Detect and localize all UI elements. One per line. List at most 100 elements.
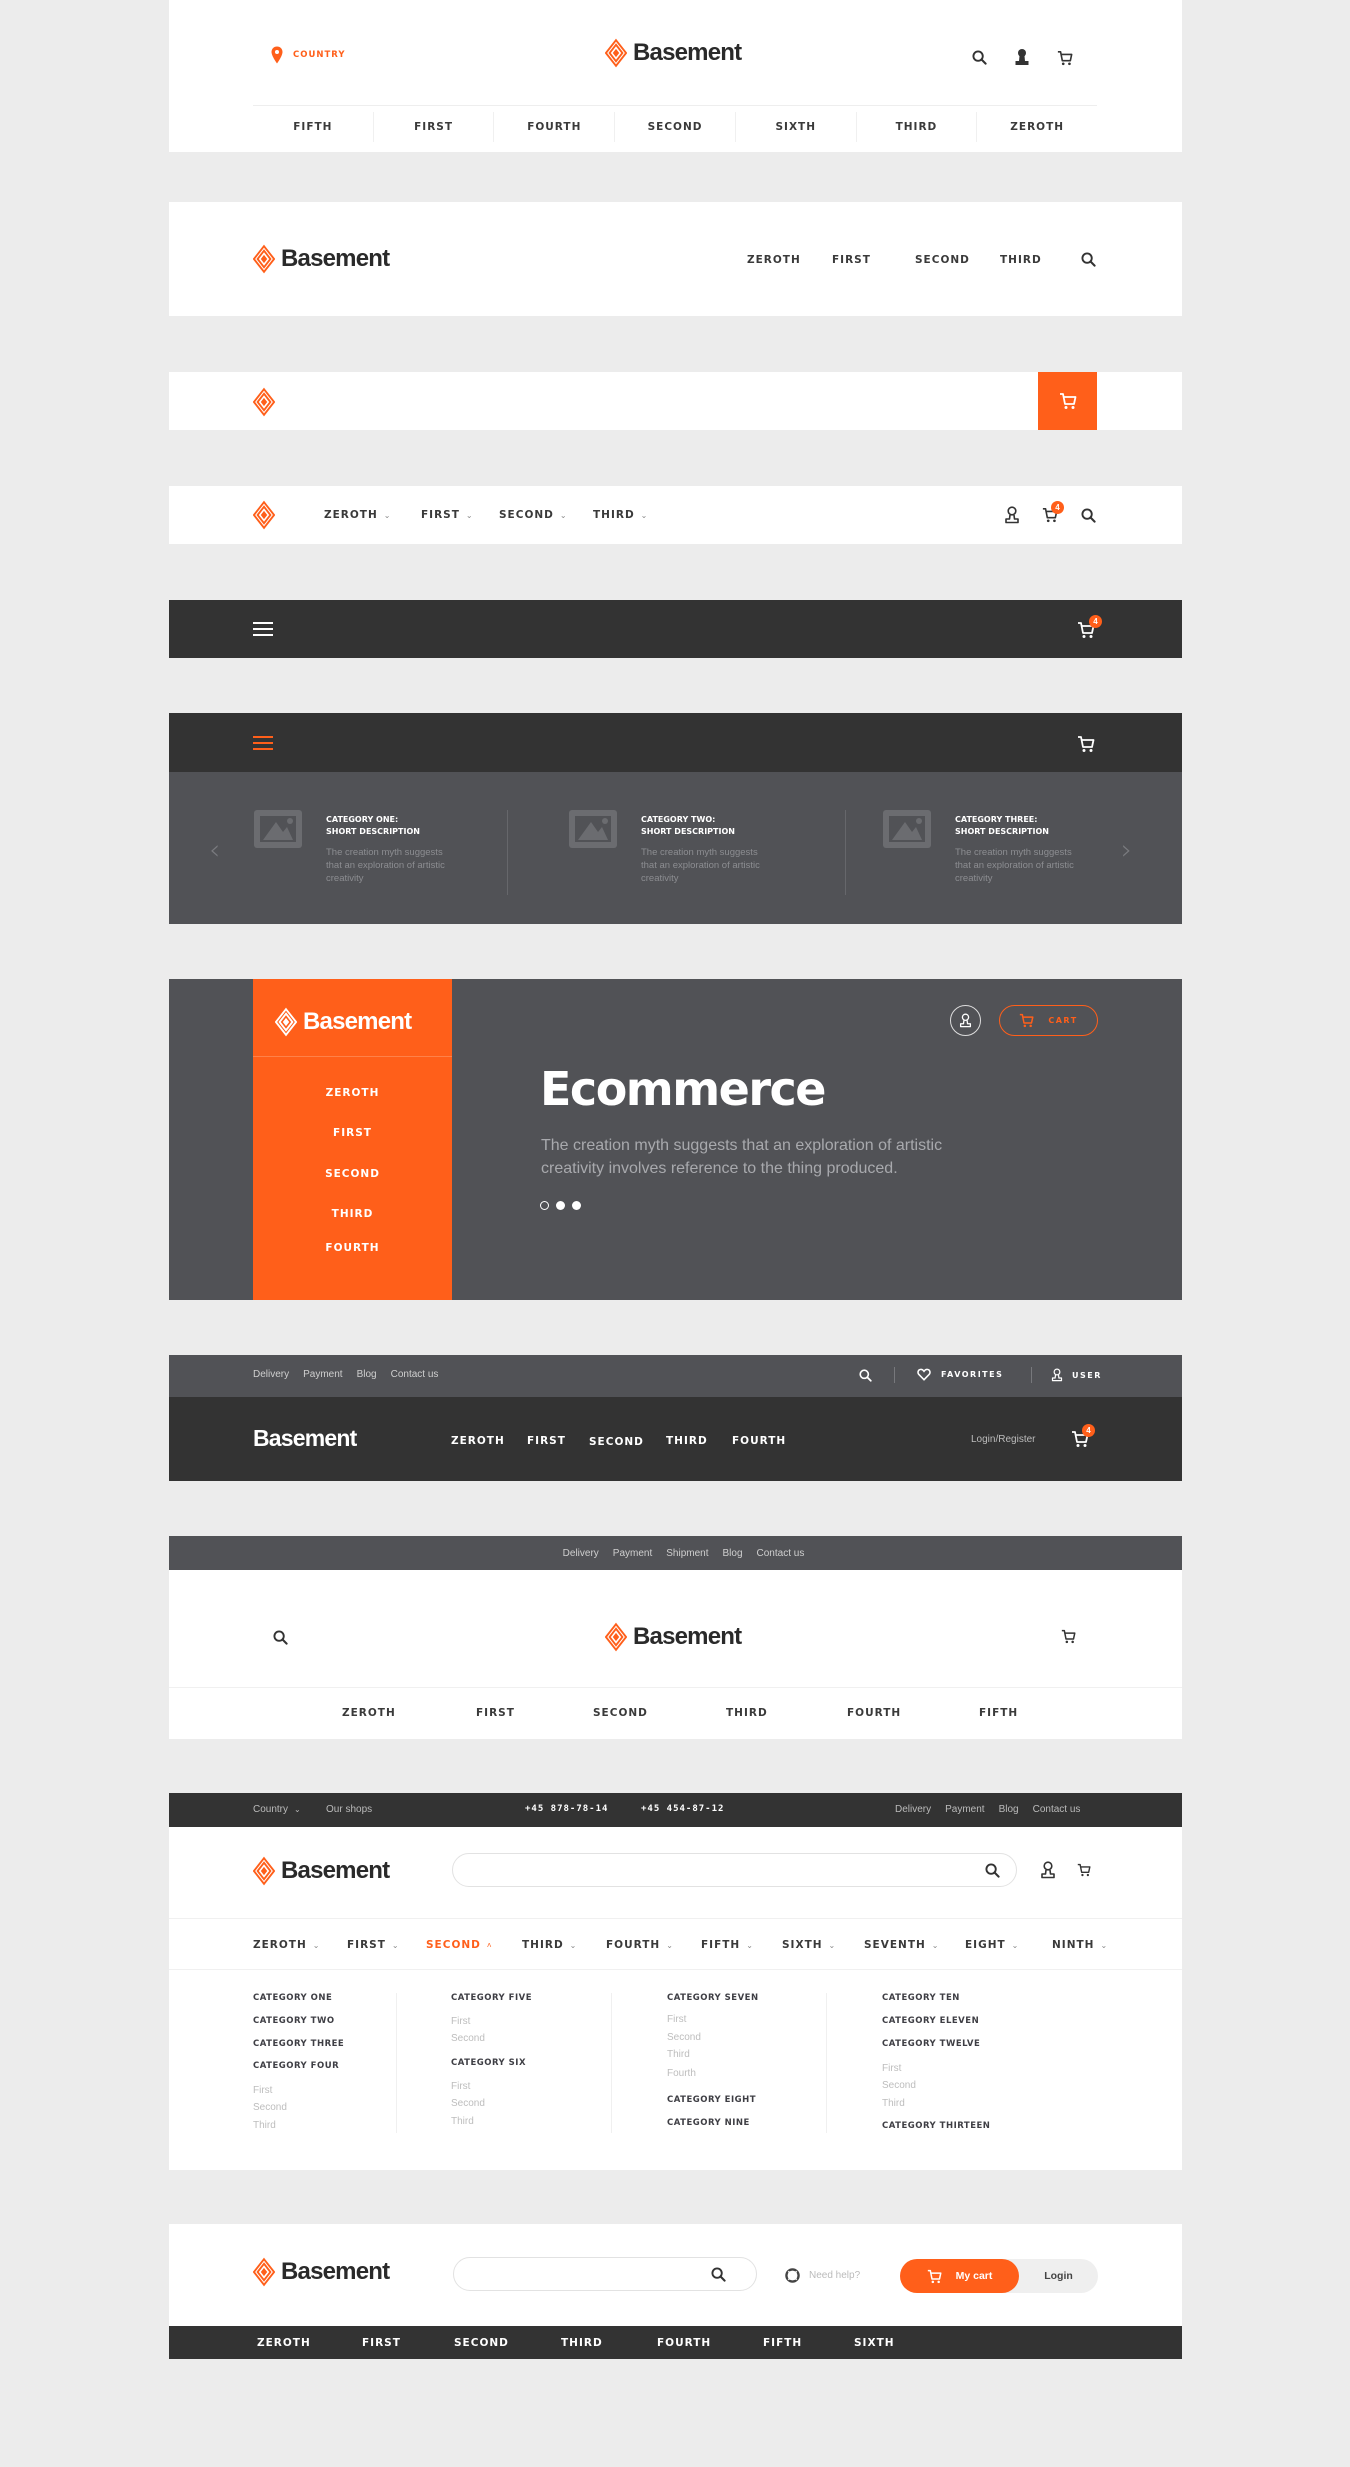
country-dropdown[interactable]: Country ⌄ — [253, 1804, 301, 1815]
nav-item[interactable]: FIRST — [374, 112, 495, 142]
nav-item[interactable]: FIFTH — [979, 1707, 1018, 1719]
user-button[interactable] — [1040, 1861, 1056, 1884]
mega-menu-link[interactable]: First — [451, 2016, 470, 2027]
carousel-next-button[interactable]: › — [1121, 833, 1132, 866]
slider-dot-active[interactable] — [556, 1201, 565, 1210]
nav-item[interactable]: FIRST ⌄ — [347, 1939, 426, 1951]
nav-item[interactable]: FIFTH — [763, 2337, 802, 2349]
nav-item[interactable]: THIRD ⌄ — [522, 1939, 606, 1951]
category-card[interactable]: CATEGORY THREE: SHORT DESCRIPTION The cr… — [883, 810, 1113, 905]
carousel-prev-button[interactable]: ‹ — [209, 833, 220, 866]
nav-item[interactable]: FIFTH — [253, 112, 374, 142]
nav-item[interactable]: SECOND — [615, 112, 736, 142]
logo[interactable]: Basement — [275, 1007, 412, 1037]
nav-item[interactable]: ZEROTH — [747, 254, 801, 266]
top-link[interactable]: Blog — [723, 1548, 743, 1559]
mega-menu-heading[interactable]: CATEGORY EIGHT — [667, 2095, 756, 2105]
nav-item[interactable]: FIRST — [362, 2337, 401, 2349]
nav-item[interactable]: SECOND — [589, 1436, 644, 1448]
category-card[interactable]: CATEGORY TWO: SHORT DESCRIPTION The crea… — [569, 810, 799, 905]
nav-item[interactable]: FIFTH ⌄ — [701, 1939, 782, 1951]
cart-button[interactable]: CART — [999, 1005, 1098, 1036]
top-link[interactable]: Contact us — [757, 1548, 805, 1559]
cart-button[interactable]: 4 — [1077, 615, 1102, 644]
cart-button[interactable] — [1077, 735, 1095, 758]
search-button[interactable] — [1081, 508, 1096, 528]
mega-menu-heading[interactable]: CATEGORY NINE — [667, 2118, 750, 2128]
nav-item[interactable]: FOURTH — [732, 1435, 786, 1447]
category-card[interactable]: CATEGORY ONE: SHORT DESCRIPTION The crea… — [254, 810, 484, 905]
menu-button[interactable] — [253, 621, 273, 642]
side-nav-item[interactable]: FOURTH — [253, 1242, 452, 1254]
mega-menu-link[interactable]: First — [882, 2063, 901, 2074]
nav-item[interactable]: ZEROTH ⌄ — [253, 1939, 347, 1951]
mega-menu-link[interactable]: Second — [667, 2032, 701, 2043]
slider-dot[interactable] — [572, 1201, 581, 1210]
user-button[interactable] — [950, 1005, 981, 1036]
top-link[interactable]: Contact us — [1033, 1804, 1081, 1815]
mega-menu-heading[interactable]: CATEGORY FIVE — [451, 1993, 532, 2003]
nav-item[interactable]: THIRD ⌄ — [593, 509, 671, 521]
nav-item[interactable]: ZEROTH — [451, 1435, 505, 1447]
our-shops-link[interactable]: Our shops — [326, 1804, 372, 1815]
nav-item[interactable]: SIXTH — [736, 112, 857, 142]
phone-number[interactable]: +45 878-78-14 — [525, 1804, 608, 1814]
country-selector[interactable]: COUNTRY — [271, 45, 346, 65]
nav-item-active[interactable]: SECOND ˄ — [426, 1939, 522, 1951]
mega-menu-heading[interactable]: CATEGORY TWO — [253, 2016, 335, 2026]
nav-item[interactable]: FIRST ⌄ — [421, 509, 499, 521]
mega-menu-heading[interactable]: CATEGORY TWELVE — [882, 2039, 980, 2049]
search-input[interactable] — [453, 1863, 985, 1877]
mega-menu-link[interactable]: Second — [451, 2033, 485, 2044]
user-button[interactable] — [1014, 48, 1030, 71]
side-nav-item[interactable]: THIRD — [253, 1208, 452, 1220]
logo[interactable] — [253, 387, 275, 422]
mega-menu-link[interactable]: Third — [253, 2120, 276, 2131]
nav-item[interactable]: THIRD — [666, 1435, 708, 1447]
nav-item[interactable]: THIRD — [726, 1707, 768, 1719]
mega-menu-heading[interactable]: CATEGORY THIRTEEN — [882, 2121, 990, 2131]
nav-item[interactable]: THIRD — [1000, 254, 1042, 266]
favorites-link[interactable]: FAVORITES — [917, 1368, 1003, 1381]
nav-item[interactable]: EIGHT ⌄ — [965, 1939, 1052, 1951]
mega-menu-heading[interactable]: CATEGORY THREE — [253, 2039, 344, 2049]
nav-item[interactable]: THIRD — [561, 2337, 603, 2349]
menu-button[interactable] — [253, 735, 273, 756]
help-link[interactable]: Need help? — [785, 2268, 860, 2283]
top-link[interactable]: Blog — [357, 1369, 377, 1380]
search-button[interactable] — [972, 50, 987, 70]
mega-menu-link[interactable]: Third — [451, 2116, 474, 2127]
top-link[interactable]: Payment — [945, 1804, 984, 1815]
side-nav-item[interactable]: ZEROTH — [253, 1087, 452, 1099]
mega-menu-link[interactable]: Second — [253, 2102, 287, 2113]
mega-menu-link[interactable]: Second — [882, 2080, 916, 2091]
cart-button[interactable] — [1077, 1863, 1091, 1882]
nav-item[interactable]: FOURTH — [657, 2337, 711, 2349]
search-field[interactable] — [452, 1853, 1017, 1887]
mega-menu-heading[interactable]: CATEGORY TEN — [882, 1993, 960, 2003]
top-link[interactable]: Payment — [303, 1369, 342, 1380]
mega-menu-link[interactable]: First — [253, 2085, 272, 2096]
mega-menu-heading[interactable]: CATEGORY SIX — [451, 2058, 526, 2068]
mega-menu-heading[interactable]: CATEGORY FOUR — [253, 2061, 339, 2071]
nav-item[interactable]: FIRST — [527, 1435, 566, 1447]
slider-dot[interactable] — [540, 1201, 549, 1210]
login-register-link[interactable]: Login/Register — [971, 1434, 1035, 1445]
logo[interactable]: Basement — [605, 38, 742, 68]
nav-item[interactable]: SECOND ⌄ — [499, 509, 593, 521]
mega-menu-link[interactable]: First — [451, 2081, 470, 2092]
logo[interactable]: Basement — [605, 1622, 742, 1652]
side-nav-item[interactable]: FIRST — [253, 1127, 452, 1139]
cart-button[interactable] — [1038, 372, 1097, 430]
top-link[interactable]: Shipment — [666, 1548, 708, 1559]
top-link[interactable]: Contact us — [391, 1369, 439, 1380]
mega-menu-link[interactable]: Third — [667, 2049, 690, 2060]
nav-item[interactable]: ZEROTH — [977, 112, 1097, 142]
nav-item[interactable]: FOURTH — [847, 1707, 901, 1719]
nav-item[interactable]: SEVENTH ⌄ — [864, 1939, 965, 1951]
nav-item[interactable]: FOURTH — [494, 112, 616, 142]
nav-item[interactable]: THIRD — [857, 112, 978, 142]
nav-item[interactable]: SECOND — [915, 254, 970, 266]
nav-item[interactable]: ZEROTH ⌄ — [324, 509, 421, 521]
nav-item[interactable]: SECOND — [593, 1707, 648, 1719]
